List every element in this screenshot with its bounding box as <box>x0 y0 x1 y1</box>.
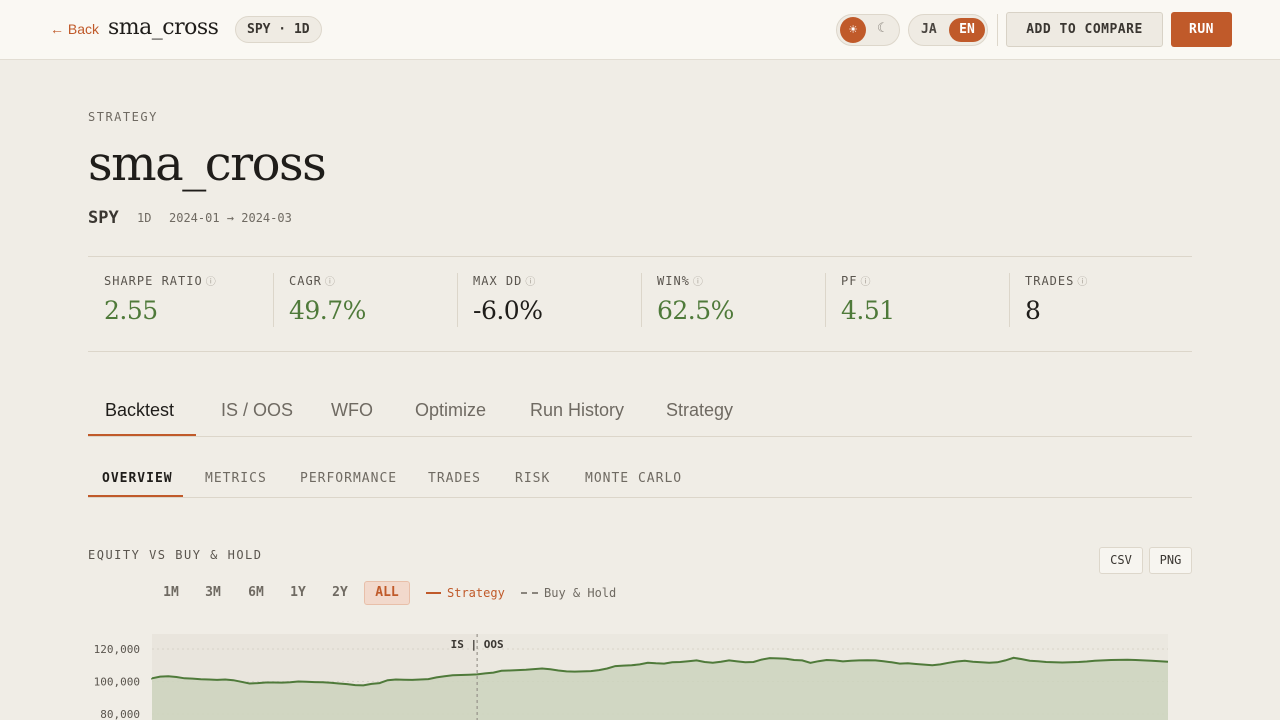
add-to-compare-button[interactable]: ADD TO COMPARE <box>1006 12 1163 47</box>
timeframe-label: 1D <box>137 211 152 225</box>
lang-ja-option[interactable]: JA <box>921 22 937 37</box>
top-bar-title: sma_cross <box>108 15 219 40</box>
subtab-monte-carlo[interactable]: MONTE CARLO <box>585 471 682 486</box>
range-2y-button[interactable]: 2Y <box>324 581 356 605</box>
metric-label: TRADES <box>1025 274 1075 288</box>
range-6m-button[interactable]: 6M <box>240 581 272 605</box>
metric-max-dd: MAX DD ⓘ -6.0% <box>457 273 543 327</box>
y-tick-label: 80,000 <box>100 708 140 720</box>
info-icon[interactable]: ⓘ <box>1077 277 1088 288</box>
metric-cagr: CAGR ⓘ 49.7% <box>273 273 366 327</box>
symbol-label: SPY <box>88 208 119 228</box>
divider <box>997 14 998 46</box>
divider <box>273 273 274 327</box>
back-link[interactable]: ← Back <box>50 21 99 37</box>
info-icon[interactable]: ⓘ <box>693 277 704 288</box>
y-tick-label: 120,000 <box>94 643 140 656</box>
page-title: sma_cross <box>88 136 327 192</box>
divider <box>641 273 642 327</box>
metric-label: MAX DD <box>473 274 523 288</box>
legend-swatch-strategy <box>426 591 441 594</box>
moon-icon[interactable]: ☾ <box>877 20 889 36</box>
range-1m-button[interactable]: 1M <box>155 581 187 605</box>
metric-trades: TRADES ⓘ 8 <box>1009 273 1088 327</box>
range-all-button[interactable]: ALL <box>364 581 410 605</box>
metric-label: CAGR <box>289 274 322 288</box>
divider <box>825 273 826 327</box>
tab-run-history[interactable]: Run History <box>530 400 624 421</box>
info-icon[interactable]: ⓘ <box>325 277 336 288</box>
info-icon[interactable]: ⓘ <box>860 277 871 288</box>
metric-win-rate: WIN% ⓘ 62.5% <box>641 273 734 327</box>
metric-value: 62.5% <box>657 296 734 325</box>
is-oos-label: IS | OOS <box>451 638 504 651</box>
metric-value: 8 <box>1025 296 1041 325</box>
lang-en-option[interactable]: EN <box>949 18 985 42</box>
subtab-trades[interactable]: TRADES <box>428 471 481 486</box>
metric-label: SHARPE RATIO <box>104 274 203 288</box>
range-3m-button[interactable]: 3M <box>197 581 229 605</box>
metric-profit-factor: PF ⓘ 4.51 <box>825 273 895 327</box>
subtab-risk[interactable]: RISK <box>515 471 550 486</box>
subtab-performance[interactable]: PERFORMANCE <box>300 471 397 486</box>
strategy-eyebrow: STRATEGY <box>88 110 158 124</box>
legend-strategy[interactable]: Strategy <box>426 586 505 600</box>
divider <box>457 273 458 327</box>
metric-sharpe: SHARPE RATIO ⓘ 2.55 <box>104 273 217 327</box>
divider <box>1009 273 1010 327</box>
symbol-timeframe-badge: SPY · 1D <box>235 16 322 43</box>
theme-toggle[interactable]: ☀ ☾ <box>836 14 900 46</box>
metric-label: WIN% <box>657 274 690 288</box>
export-csv-button[interactable]: CSV <box>1099 547 1143 574</box>
subtab-metrics[interactable]: METRICS <box>205 471 267 486</box>
metric-label: PF <box>841 274 858 288</box>
equity-chart[interactable]: 120,000 100,000 80,000 IS | OOS <box>0 620 1280 720</box>
date-range-label: 2024-01 → 2024-03 <box>169 211 292 225</box>
subtab-overview[interactable]: OVERVIEW <box>102 471 173 486</box>
legend-label: Strategy <box>447 586 505 600</box>
tab-backtest[interactable]: Backtest <box>105 400 174 421</box>
active-tab-indicator <box>88 434 196 436</box>
tab-wfo[interactable]: WFO <box>331 400 373 421</box>
metrics-strip: SHARPE RATIO ⓘ 2.55 CAGR ⓘ 49.7% MAX DD ⓘ -… <box>88 256 1192 352</box>
main-tabs: Backtest IS / OOS WFO Optimize Run Histo… <box>88 384 1192 437</box>
top-bar: ← Back sma_cross SPY · 1D ☀ ☾ JA EN ADD … <box>0 0 1280 60</box>
info-icon[interactable]: ⓘ <box>206 277 217 288</box>
metric-value: 4.51 <box>841 296 895 325</box>
tab-optimize[interactable]: Optimize <box>415 400 486 421</box>
active-subtab-indicator <box>88 495 183 497</box>
metric-value: 2.55 <box>104 296 158 325</box>
sub-tabs: OVERVIEW METRICS PERFORMANCE TRADES RISK… <box>88 462 1192 498</box>
metric-value: 49.7% <box>289 296 366 325</box>
run-button[interactable]: RUN <box>1171 12 1232 47</box>
tab-strategy[interactable]: Strategy <box>666 400 733 421</box>
legend-swatch-buy-hold <box>521 591 538 594</box>
language-toggle[interactable]: JA EN <box>908 14 988 46</box>
y-tick-label: 100,000 <box>94 676 140 689</box>
chart-title: EQUITY VS BUY & HOLD <box>88 548 263 562</box>
legend-buy-hold[interactable]: Buy & Hold <box>521 586 616 600</box>
info-icon[interactable]: ⓘ <box>525 277 536 288</box>
range-1y-button[interactable]: 1Y <box>282 581 314 605</box>
metric-value: -6.0% <box>473 296 543 325</box>
sun-icon[interactable]: ☀ <box>840 17 866 43</box>
legend-label: Buy & Hold <box>544 586 617 600</box>
export-png-button[interactable]: PNG <box>1149 547 1192 574</box>
tab-is-oos[interactable]: IS / OOS <box>221 400 293 421</box>
